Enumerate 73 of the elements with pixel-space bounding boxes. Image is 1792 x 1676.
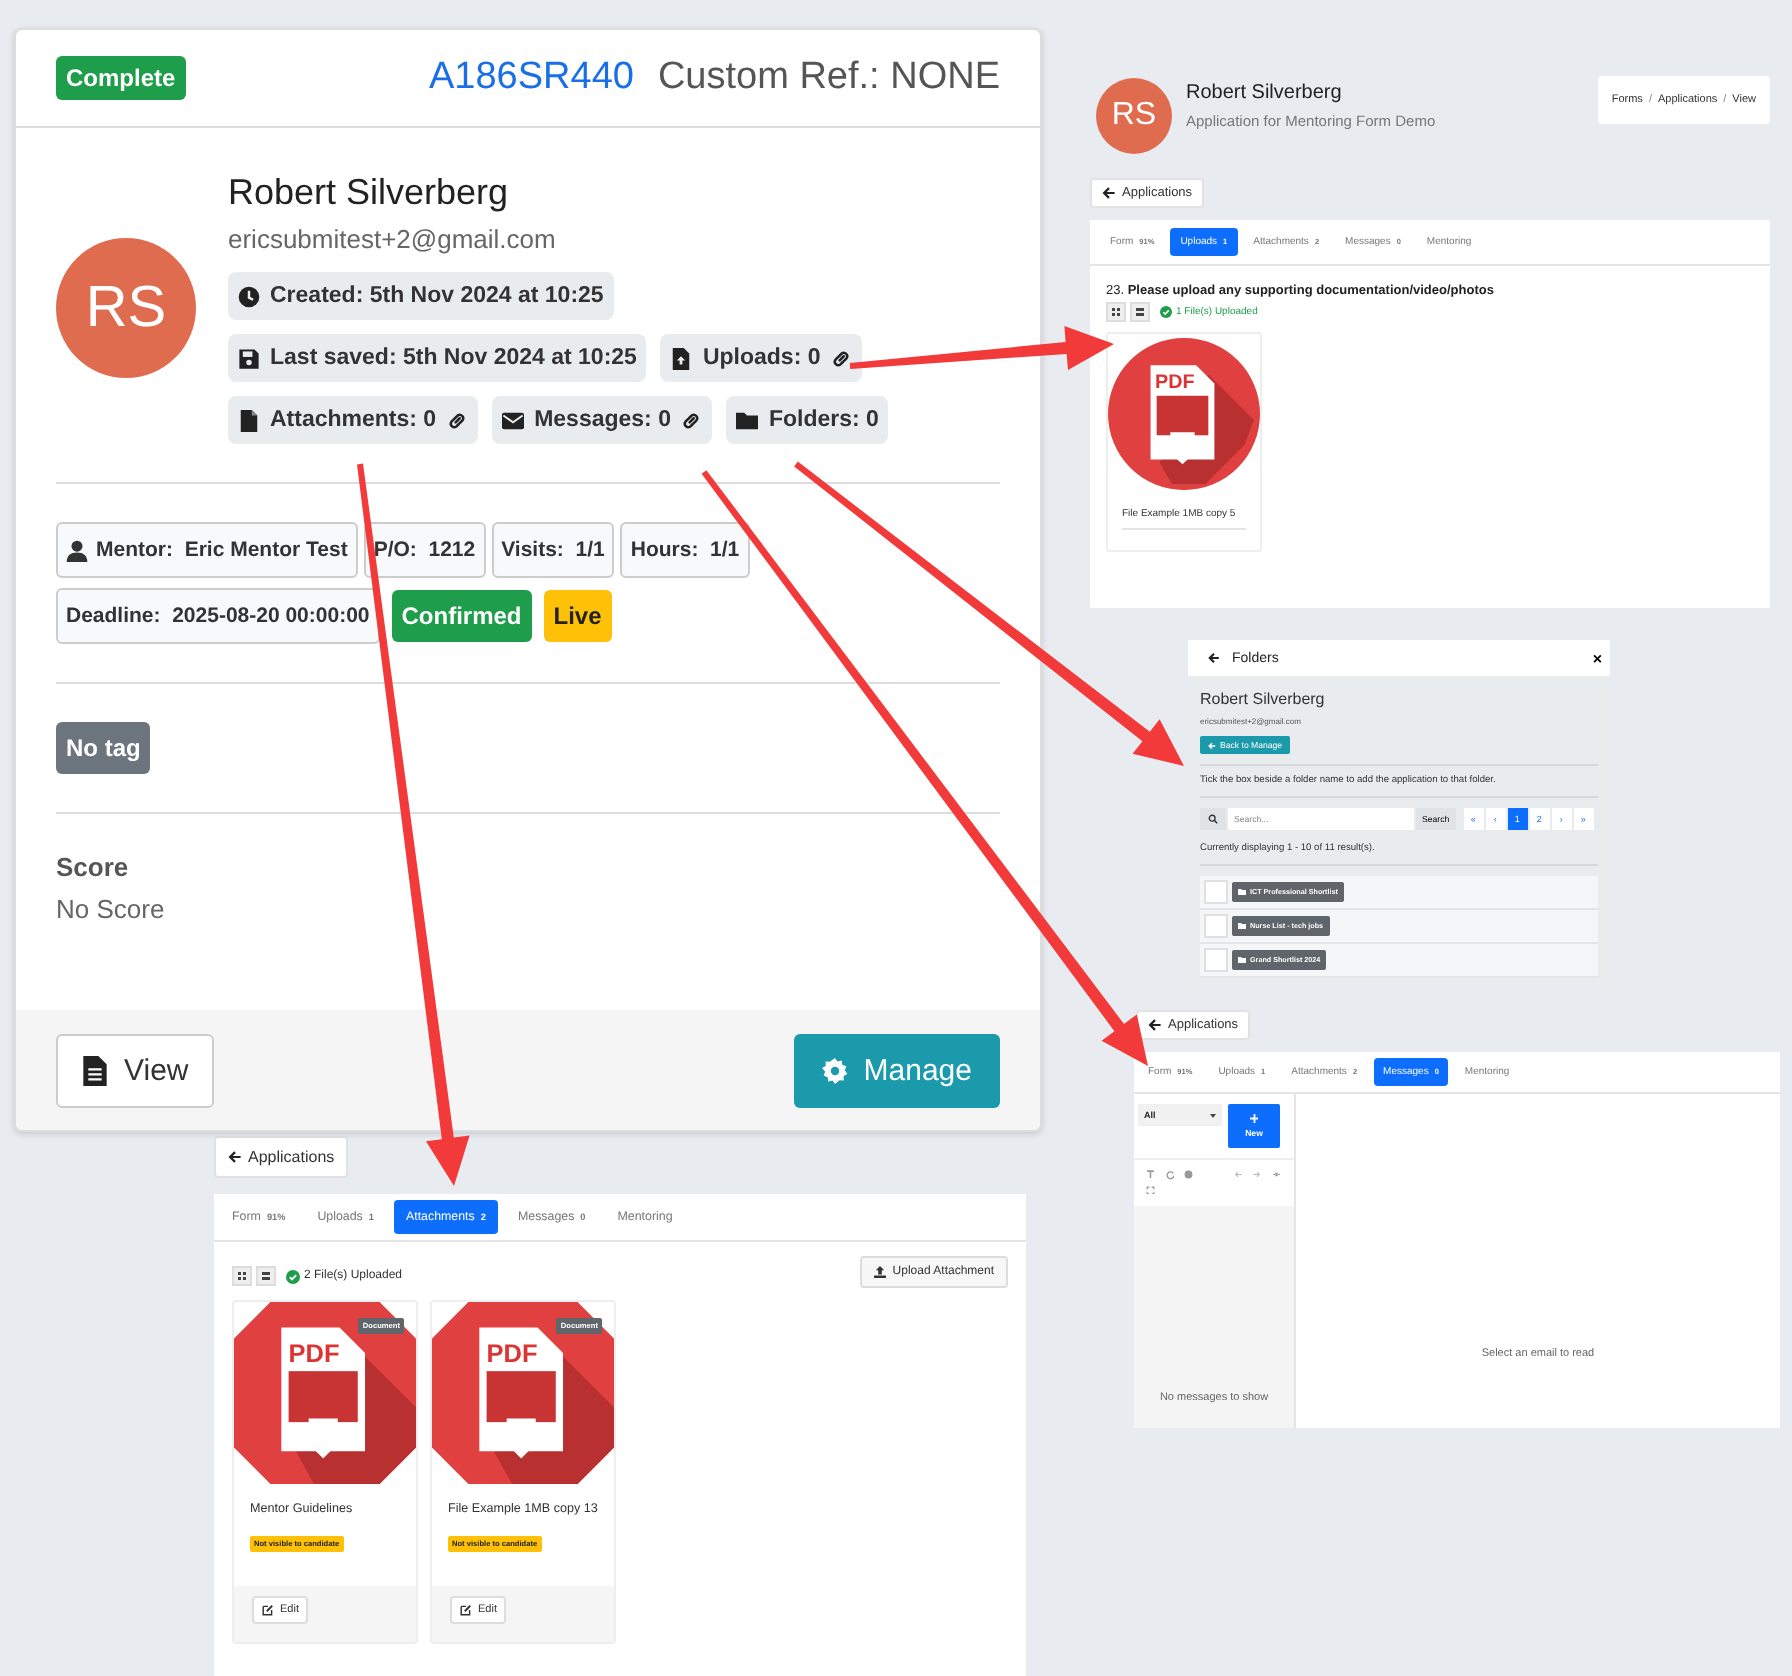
grid-icon xyxy=(238,1272,246,1280)
folder-icon xyxy=(1238,956,1246,964)
plus-icon xyxy=(1249,1114,1259,1124)
custom-ref: Custom Ref.: NONE xyxy=(657,56,1000,100)
info-chip: Last saved: 5th Nov 2024 at 10:25 xyxy=(228,334,647,382)
list-view-button[interactable] xyxy=(256,1266,276,1286)
checkbox[interactable] xyxy=(1204,948,1228,972)
info-chip: Folders: 0 xyxy=(726,396,889,444)
detail-chip: Visits: 1/1 xyxy=(491,522,615,578)
checkbox[interactable] xyxy=(1204,880,1228,904)
envelope-icon xyxy=(502,409,525,431)
detail-chip: Hours: 1/1 xyxy=(620,522,750,578)
back-arrow-icon[interactable] xyxy=(1208,652,1220,664)
detail-chip: Mentor: Eric Mentor Test xyxy=(56,522,358,578)
status-badge: Complete xyxy=(56,56,186,100)
pdf-file-icon: PDF xyxy=(1108,338,1260,490)
user-icon xyxy=(66,539,88,561)
list-icon xyxy=(1136,308,1144,316)
grid-view-button[interactable] xyxy=(1106,302,1126,322)
caret-icon xyxy=(1210,1113,1216,1117)
file-upload-icon xyxy=(670,347,693,369)
arrow-left-icon xyxy=(1148,1018,1162,1032)
info-chip: Uploads: 0 xyxy=(660,334,863,382)
manage-button[interactable]: Manage xyxy=(793,1033,1000,1107)
applicant-name: Robert Silverberg xyxy=(228,172,511,214)
edit-icon xyxy=(460,1604,472,1616)
edit-icon xyxy=(262,1604,274,1616)
close-button[interactable]: × xyxy=(1592,649,1602,667)
applicant-email: ericsubmitest+2@gmail.com xyxy=(228,224,558,254)
info-chip: Attachments: 0 xyxy=(228,396,479,444)
check-circle-icon xyxy=(286,1269,300,1283)
applicant-name: Robert Silverberg xyxy=(1186,82,1344,104)
tag-badge: No tag xyxy=(56,722,151,774)
detail-chip: Deadline: 2025-08-20 00:00:00 xyxy=(56,588,380,644)
search-icon xyxy=(1200,808,1226,830)
avatar: RS xyxy=(56,238,196,378)
refresh-icon[interactable] xyxy=(1165,1170,1174,1179)
list-view-button[interactable] xyxy=(1130,302,1150,322)
folder-icon xyxy=(1238,888,1246,896)
score-value: No Score xyxy=(56,894,167,924)
grid-view-button[interactable] xyxy=(232,1266,252,1286)
expand-icon[interactable] xyxy=(1146,1185,1155,1194)
list-icon xyxy=(262,1272,270,1280)
back-button[interactable]: Applications xyxy=(214,1136,349,1178)
text-format-icon[interactable] xyxy=(1146,1170,1155,1179)
clock-icon xyxy=(238,285,260,307)
info-chip: Messages: 0 xyxy=(492,396,713,444)
status-tag: Confirmed xyxy=(391,590,532,642)
folder-icon xyxy=(1238,922,1246,930)
arrow-left-icon xyxy=(1208,741,1216,749)
detail-chip: P/O: 1212 xyxy=(363,522,486,578)
link-icon[interactable] xyxy=(446,409,469,431)
left-arrow-icon[interactable] xyxy=(1233,1170,1242,1179)
link-icon[interactable] xyxy=(680,409,703,431)
view-button[interactable]: View xyxy=(56,1033,215,1107)
applicant-name: Robert Silverberg xyxy=(1200,690,1327,708)
checkbox[interactable] xyxy=(1204,914,1228,938)
document-icon xyxy=(82,1055,108,1085)
right-arrow-icon[interactable] xyxy=(1252,1170,1261,1179)
gear-icon xyxy=(821,1055,848,1085)
info-chip: Created: 5th Nov 2024 at 10:25 xyxy=(228,272,614,320)
score-label: Score xyxy=(56,852,131,882)
reference-link[interactable]: A186SR440 xyxy=(428,56,634,100)
avatar: RS xyxy=(1096,78,1172,154)
file-icon xyxy=(238,409,260,431)
status-tag: Live xyxy=(543,590,612,642)
link-icon[interactable] xyxy=(830,347,853,369)
folder-icon xyxy=(736,409,759,431)
arrow-left-icon xyxy=(228,1150,242,1164)
arrow-left-icon xyxy=(1102,186,1116,200)
grid-icon xyxy=(1112,308,1120,316)
upload-icon xyxy=(874,1266,887,1278)
check-circle-icon xyxy=(1160,306,1172,318)
